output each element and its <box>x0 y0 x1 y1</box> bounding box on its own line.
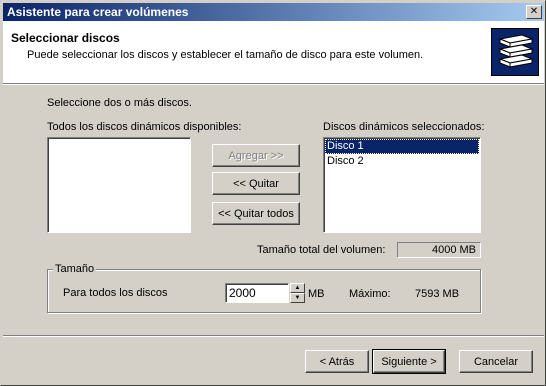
next-button[interactable]: Siguiente > <box>372 349 446 374</box>
available-disks-label: Todos los discos dinámicos disponibles: <box>47 121 242 133</box>
footer-separator <box>3 335 544 337</box>
max-label: Máximo: <box>349 288 391 300</box>
close-icon: ✕ <box>529 6 539 17</box>
instruction-text: Seleccione dos o más discos. <box>47 97 192 109</box>
selected-disks-label: Discos dinámicos seleccionados: <box>323 121 485 133</box>
remove-all-button[interactable]: << Quitar todos <box>212 202 300 225</box>
page-subtitle: Puede seleccionar los discos y establece… <box>27 49 424 61</box>
available-disks-list[interactable] <box>47 137 191 233</box>
cancel-button[interactable]: Cancelar <box>459 350 533 373</box>
disks-icon <box>491 28 539 76</box>
title-bar[interactable]: Asistente para crear volúmenes ✕ <box>3 3 544 21</box>
list-item[interactable]: Disco 1 <box>325 139 479 154</box>
spin-up-button[interactable]: ▲ <box>290 283 305 293</box>
header-separator <box>3 83 544 85</box>
total-size-value: 4000 MB <box>397 242 481 258</box>
per-disk-label: Para todos los discos <box>63 287 168 299</box>
list-item[interactable]: Disco 2 <box>325 154 479 169</box>
spin-down-button[interactable]: ▼ <box>290 293 305 303</box>
wizard-window: Asistente para crear volúmenes ✕ Selecci… <box>0 0 546 386</box>
add-button[interactable]: Agregar >> <box>212 144 300 167</box>
close-button[interactable]: ✕ <box>526 5 542 19</box>
wizard-header: Seleccionar discos Puede seleccionar los… <box>3 21 544 83</box>
page-title: Seleccionar discos <box>11 31 120 45</box>
window-title: Asistente para crear volúmenes <box>7 5 189 19</box>
size-group-legend: Tamaño <box>53 263 97 275</box>
total-size-label: Tamaño total del volumen: <box>257 244 386 256</box>
chevron-down-icon: ▼ <box>294 295 301 301</box>
max-value: 7593 MB <box>415 288 460 300</box>
chevron-up-icon: ▲ <box>294 285 301 291</box>
disk-size-input[interactable]: 2000 <box>225 283 289 303</box>
size-unit: MB <box>308 288 325 300</box>
back-button[interactable]: < Atrás <box>305 350 369 373</box>
remove-button[interactable]: << Quitar <box>212 172 300 195</box>
selected-disks-list[interactable]: Disco 1 Disco 2 <box>323 137 481 233</box>
